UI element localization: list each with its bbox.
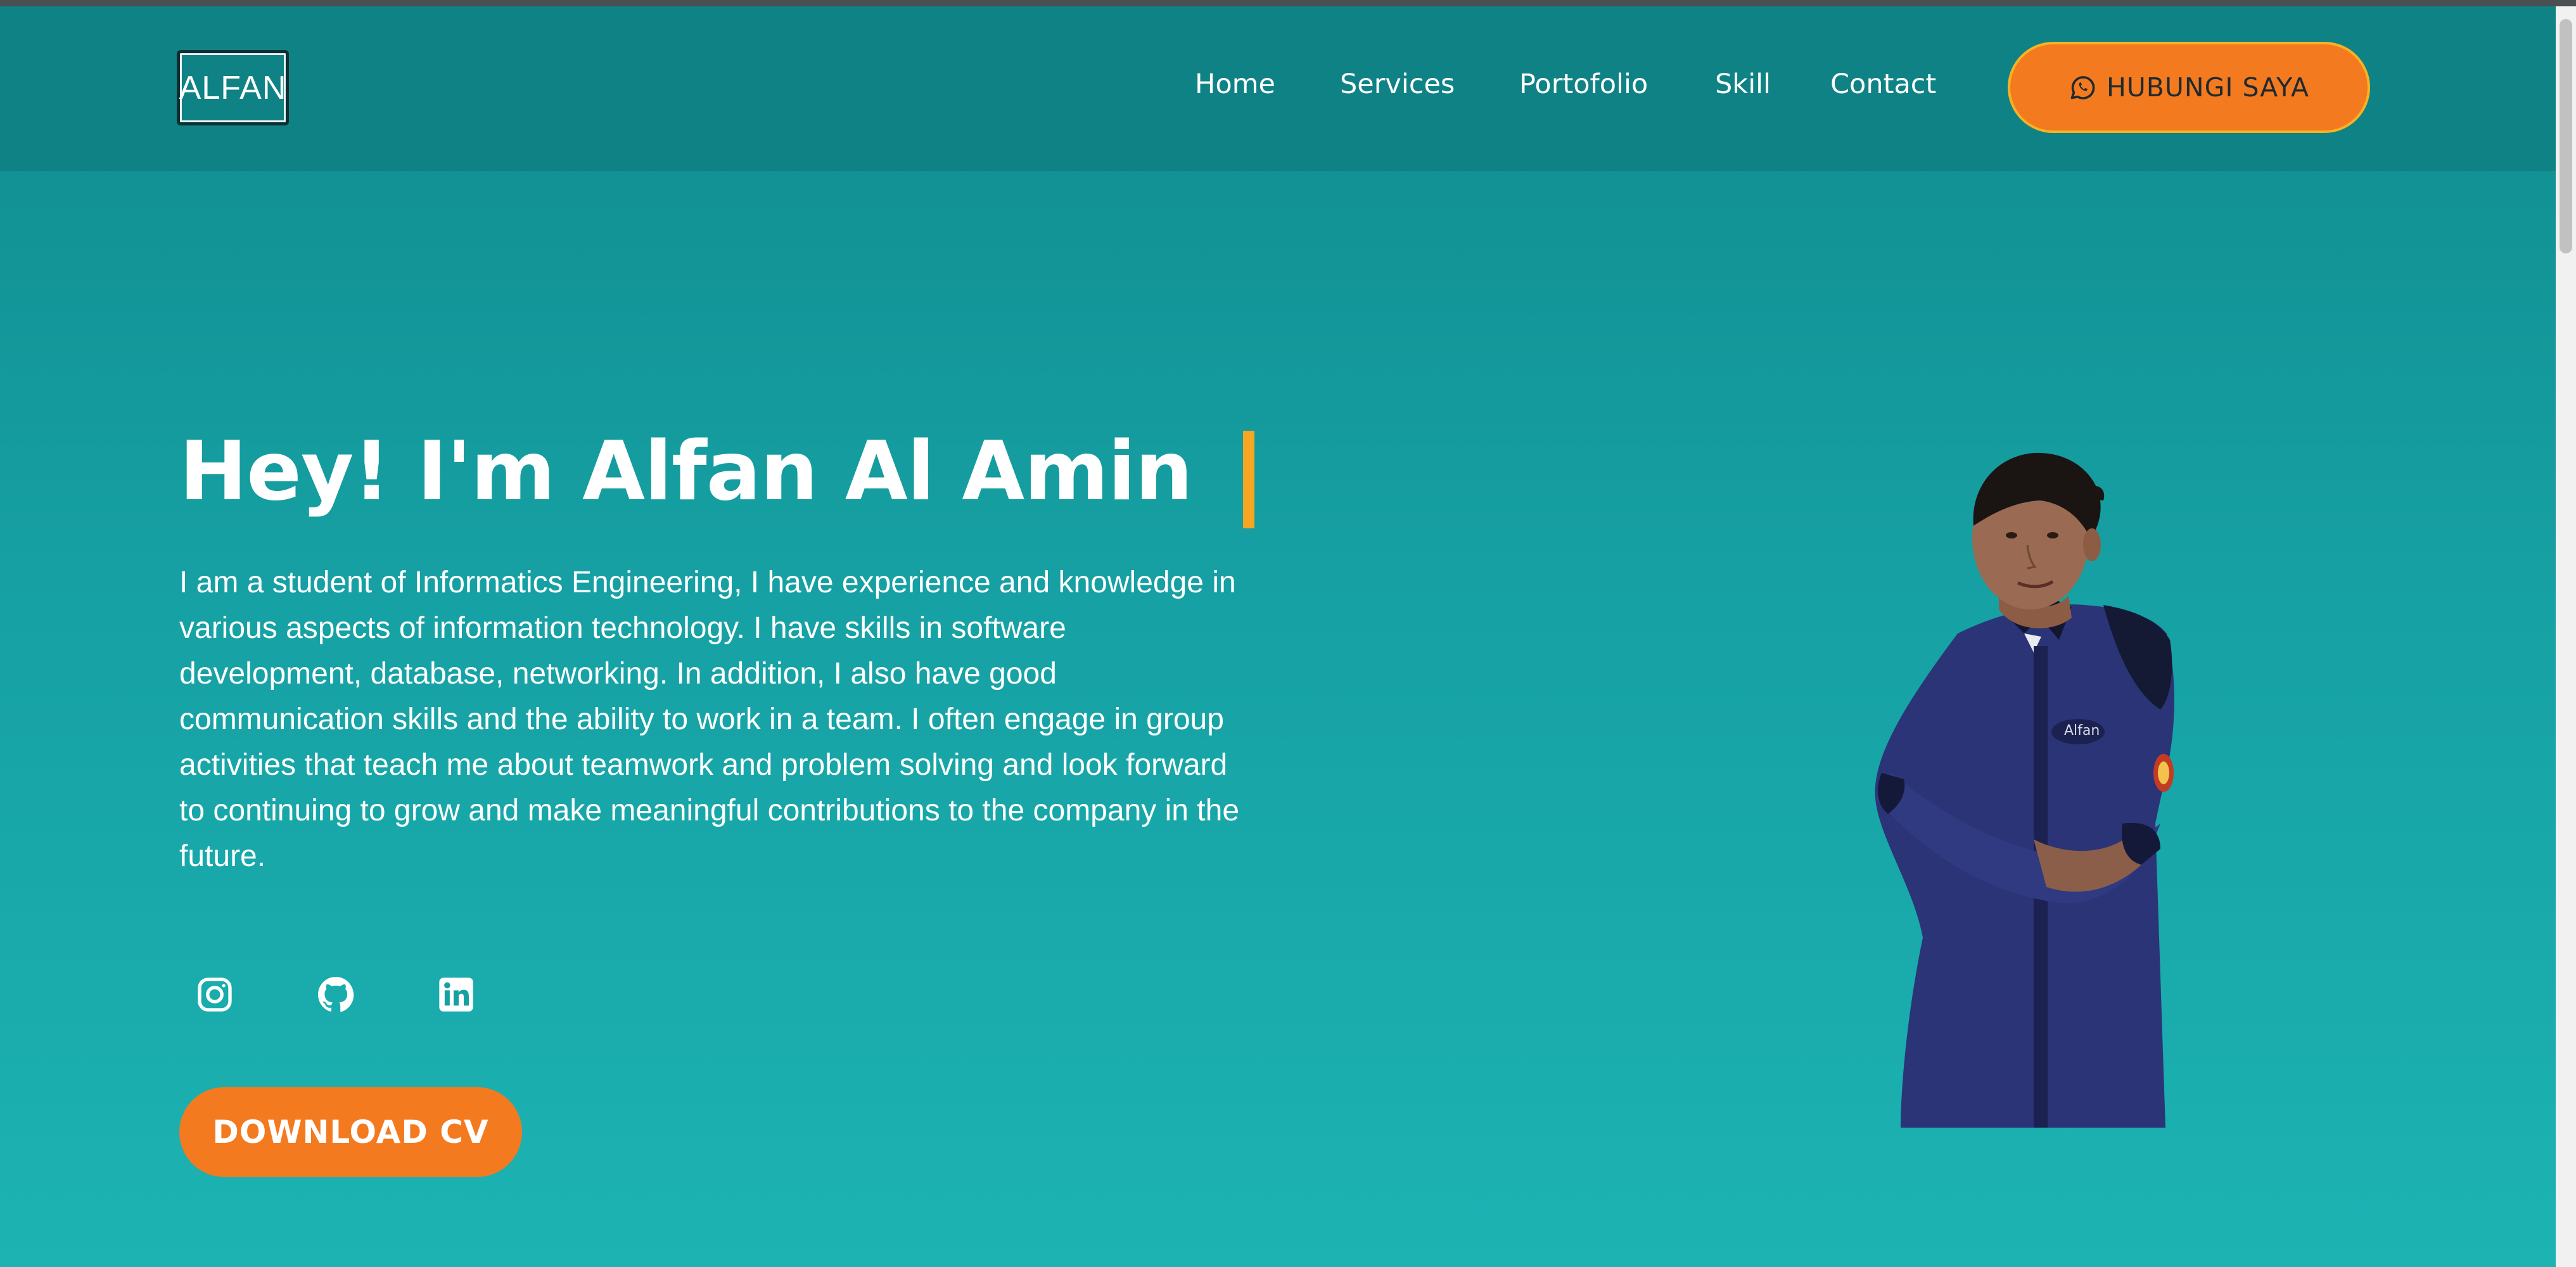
instagram-link[interactable]	[189, 969, 240, 1020]
browser-top-edge	[0, 0, 2576, 6]
contact-me-button[interactable]: HUBUNGI SAYA	[2008, 42, 2370, 133]
nav-services-link[interactable]: Services	[1340, 68, 1455, 100]
github-link[interactable]	[310, 969, 361, 1020]
nav-home-link[interactable]: Home	[1195, 68, 1275, 100]
linkedin-icon	[439, 977, 473, 1012]
nav-skill-link[interactable]: Skill	[1715, 68, 1771, 100]
contact-me-label: HUBUNGI SAYA	[2106, 72, 2310, 103]
instagram-icon	[198, 977, 232, 1012]
github-icon	[318, 977, 354, 1012]
hero-title: Hey! I'm Alfan Al Amin	[179, 424, 1193, 519]
linkedin-link[interactable]	[431, 969, 481, 1020]
download-cv-button[interactable]: DOWNLOAD CV	[179, 1087, 522, 1177]
site-logo[interactable]: ALFAN	[177, 50, 289, 125]
nav-contact-link[interactable]: Contact	[1830, 68, 1936, 100]
typing-cursor	[1243, 431, 1254, 528]
scrollbar-thumb[interactable]	[2560, 19, 2572, 253]
whatsapp-icon	[2070, 76, 2095, 99]
hero-description: I am a student of Informatics Engineerin…	[179, 566, 1240, 873]
profile-portrait: Alfan	[1875, 452, 2174, 1128]
shirt-name-text: Alfan	[2064, 723, 2100, 739]
nav-portofolio-link[interactable]: Portofolio	[1519, 68, 1648, 100]
